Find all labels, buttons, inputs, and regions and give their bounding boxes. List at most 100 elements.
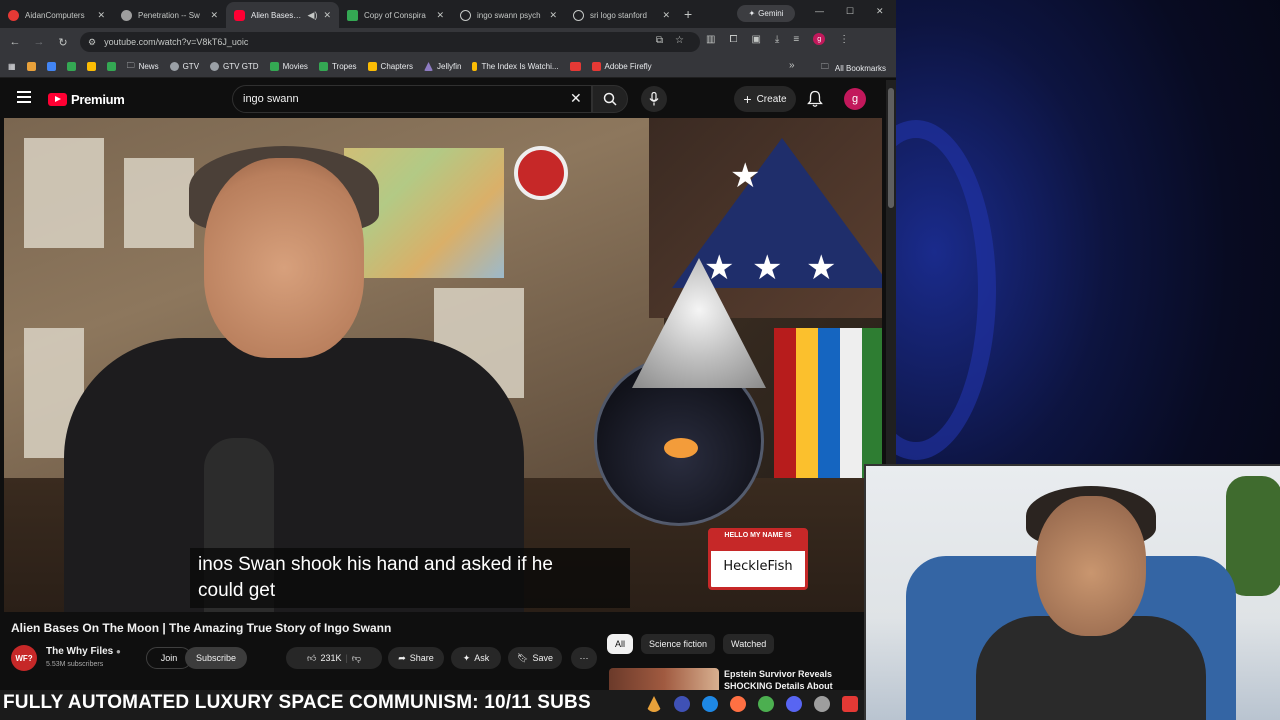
address-bar[interactable]: ⚙ youtube.com/watch?v=V8kT6J_uoic ⧉ ☆	[80, 32, 700, 52]
all-bookmarks-button[interactable]: 🗀 All Bookmarks	[821, 61, 886, 75]
bookmark-tropes[interactable]: Tropes	[318, 62, 357, 71]
bookmark-movies[interactable]: Movies	[269, 62, 308, 71]
forward-icon[interactable]: →	[27, 36, 51, 48]
chip-watched[interactable]: Watched	[723, 634, 775, 654]
more-bookmarks-icon[interactable]: »	[789, 60, 795, 71]
bookmark-index[interactable]: The Index Is Watchi...	[472, 62, 559, 71]
youtube-logo[interactable]: Premium	[48, 92, 125, 107]
dislike-button[interactable]: 👎︎	[352, 653, 361, 664]
scene-star: ★	[752, 249, 783, 287]
new-tab-button[interactable]: +	[684, 6, 692, 22]
apps-grid-icon[interactable]: ▦	[8, 62, 16, 71]
create-button[interactable]: + Create	[734, 86, 796, 112]
bookmark-label: Adobe Firefly	[604, 62, 652, 71]
extensions-icon[interactable]: ⧠	[729, 34, 737, 45]
bookmark-item[interactable]	[569, 62, 581, 71]
account-avatar[interactable]: g	[844, 88, 866, 110]
tab-label: ingo swann psych	[477, 10, 541, 20]
bookmark-item[interactable]	[86, 62, 96, 71]
bookmark-item[interactable]	[46, 62, 56, 71]
settings-icon[interactable]	[814, 696, 830, 712]
menu-icon[interactable]	[17, 91, 31, 106]
tab-sri-logo-stanford[interactable]: sri logo stanford ✕	[565, 2, 678, 28]
youtube-play-icon	[48, 93, 67, 106]
notifications-bell-icon[interactable]	[807, 90, 823, 108]
video-player[interactable]: ★ ★ ★ ★ HELLO MY NAME IS HeckleFish inos…	[4, 118, 882, 612]
more-actions-button[interactable]: ···	[571, 647, 597, 669]
vlc-icon[interactable]	[646, 696, 662, 712]
minimize-icon[interactable]: —	[815, 6, 824, 16]
taskbar: FULLY AUTOMATED LUXURY SPACE COMMUNISM: …	[0, 690, 864, 720]
search-button[interactable]	[592, 85, 628, 113]
search-query[interactable]: ingo swann	[243, 93, 299, 105]
browser-window: AidanComputers ✕ Penetration -- Sw ✕ Ali…	[0, 0, 896, 720]
maximize-icon[interactable]: ☐	[846, 6, 854, 17]
subscribe-button[interactable]: Subscribe	[185, 647, 247, 669]
close-window-icon[interactable]: ✕	[876, 6, 884, 17]
scene-fish	[664, 438, 698, 458]
tab-penetration[interactable]: Penetration -- Sw ✕	[113, 2, 226, 28]
tab-favicon-icon	[121, 9, 132, 21]
gemini-label: Gemini	[758, 9, 784, 18]
audio-icon[interactable]: ◀)	[308, 10, 318, 21]
channel-avatar[interactable]: WF?	[11, 645, 37, 671]
reading-list-icon[interactable]: ▥	[706, 34, 715, 45]
gemini-button[interactable]: ✦ Gemini	[737, 5, 795, 22]
scene-star: ★	[806, 249, 837, 287]
tab-alien-bases[interactable]: Alien Bases O ◀) ✕	[226, 2, 339, 28]
tab-copy-of-conspiracy[interactable]: Copy of Conspira ✕	[339, 2, 452, 28]
bookmark-gtv[interactable]: GTV	[169, 62, 199, 71]
bookmark-favicon-icon	[66, 62, 76, 71]
download-icon[interactable]: ⤓	[775, 34, 779, 45]
media-control-icon[interactable]: ≡	[793, 34, 799, 45]
tab-aidancomputers[interactable]: AidanComputers ✕	[0, 2, 113, 28]
clear-search-icon[interactable]: ✕	[570, 90, 582, 107]
profile-avatar[interactable]: g	[813, 33, 826, 45]
back-icon[interactable]: ←	[3, 36, 27, 48]
scrollbar-thumb[interactable]	[888, 88, 894, 208]
save-button[interactable]: 🔖︎ Save	[508, 647, 562, 669]
recommended-video-title[interactable]: Epstein Survivor Reveals SHOCKING Detail…	[724, 668, 854, 692]
bookmark-item[interactable]	[26, 62, 36, 71]
reload-icon[interactable]: ↻	[51, 36, 75, 49]
like-button[interactable]: 👍︎ 231K	[307, 653, 341, 664]
install-app-icon[interactable]: ⧉	[656, 35, 663, 46]
url-text[interactable]: youtube.com/watch?v=V8kT6J_uoic	[104, 37, 248, 47]
tab-close-icon[interactable]: ✕	[436, 10, 444, 21]
stream-ticker: FULLY AUTOMATED LUXURY SPACE COMMUNISM: …	[3, 692, 591, 713]
chip-all[interactable]: All	[607, 634, 634, 654]
discord-icon[interactable]	[786, 696, 802, 712]
tab-ingo-swann-psych[interactable]: ingo swann psych ✕	[452, 2, 565, 28]
voice-search-button[interactable]	[641, 86, 667, 112]
channel-name[interactable]: The Why Files ●	[46, 646, 121, 657]
tab-close-icon[interactable]: ✕	[97, 10, 105, 21]
bookmark-gtv-gtd[interactable]: GTV GTD	[210, 62, 259, 71]
bookmark-chapters[interactable]: Chapters	[367, 62, 413, 71]
youtube-icon[interactable]	[842, 696, 858, 712]
ask-label: Ask	[474, 653, 490, 663]
site-info-icon[interactable]: ⚙	[88, 37, 96, 48]
bookmark-item[interactable]	[66, 62, 76, 71]
bookmark-jellyfin[interactable]: Jellyfin	[424, 62, 461, 71]
bookmark-adobe-firefly[interactable]: Adobe Firefly	[591, 62, 652, 71]
firefox-icon[interactable]	[730, 696, 746, 712]
chip-science-fiction[interactable]: Science fiction	[641, 634, 716, 654]
tab-close-icon[interactable]: ✕	[549, 10, 557, 21]
subscribe-label: Subscribe	[195, 653, 237, 663]
bookmark-news[interactable]: 🗀 News	[127, 60, 159, 74]
ask-button[interactable]: ✦ Ask	[451, 647, 501, 669]
bookmark-item[interactable]	[106, 62, 116, 71]
browser-menu-icon[interactable]: ⋮	[839, 34, 849, 45]
drive-icon	[367, 62, 377, 71]
bookmark-star-icon[interactable]: ☆	[675, 35, 684, 46]
tab-search-icon[interactable]: ▣	[751, 34, 760, 45]
tab-close-icon[interactable]: ✕	[662, 10, 670, 21]
tab-close-icon[interactable]: ✕	[210, 10, 218, 21]
search-input[interactable]: ingo swann	[232, 85, 592, 113]
app-icon[interactable]	[674, 696, 690, 712]
divider: |	[345, 653, 348, 663]
tab-close-icon[interactable]: ✕	[323, 10, 331, 21]
edge-icon[interactable]	[702, 696, 718, 712]
share-button[interactable]: ➦ Share	[388, 647, 444, 669]
chrome-icon[interactable]	[758, 696, 774, 712]
